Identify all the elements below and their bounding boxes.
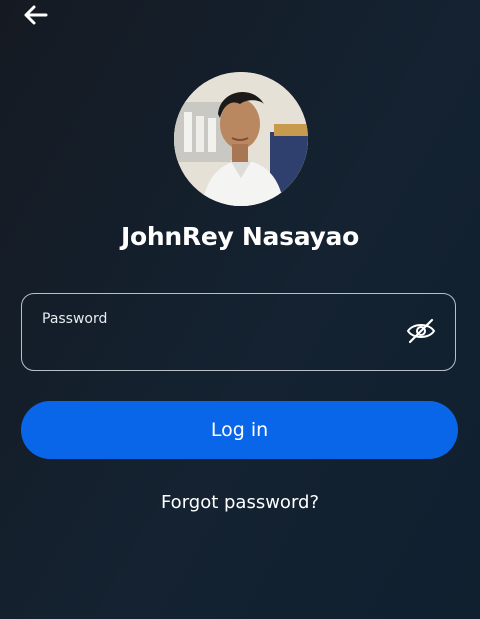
login-button[interactable]: Log in (21, 401, 458, 459)
profile-name: JohnRey Nasayao (121, 222, 359, 251)
password-input[interactable] (40, 332, 404, 362)
password-field[interactable]: Password (21, 293, 456, 371)
password-visibility-toggle[interactable] (405, 318, 437, 348)
forgot-password-link[interactable]: Forgot password? (0, 492, 480, 513)
eye-off-icon (406, 318, 436, 348)
avatar (174, 72, 308, 206)
password-label: Password (42, 311, 108, 327)
arrow-left-icon (22, 4, 48, 30)
back-button[interactable] (20, 4, 50, 30)
